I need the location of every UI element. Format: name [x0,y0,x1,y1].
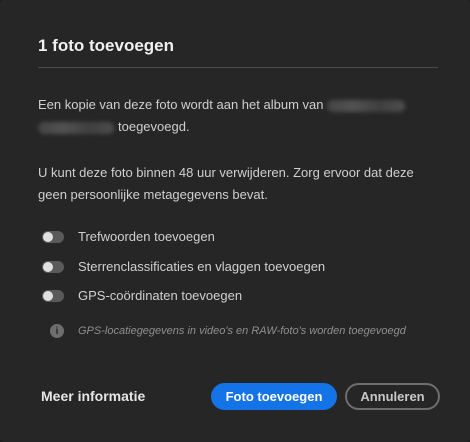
toggle-gps[interactable]: GPS-coördinaten toevoegen [42,288,242,303]
redacted-name-part1 [327,99,406,112]
add-photo-dialog: 1 foto toevoegen Een kopie van deze foto… [0,0,470,442]
metadata-warning-text: U kunt deze foto binnen 48 uur verwijder… [38,165,414,202]
gps-info-note: i GPS-locatiegegevens in video's en RAW-… [50,324,406,338]
switch-knob [43,290,53,301]
toggle-ratings-flags[interactable]: Sterrenclassificaties en vlaggen toevoeg… [42,259,325,274]
album-info-after: toegevoegd. [118,119,190,134]
gps-switch[interactable] [42,289,64,302]
switch-knob [43,231,53,242]
toggle-ratings-flags-label: Sterrenclassificaties en vlaggen toevoeg… [78,259,326,274]
title-divider [38,67,438,68]
album-info-text: Een kopie van deze foto wordt aan het al… [38,94,428,138]
info-icon: i [50,324,64,338]
keywords-switch[interactable] [42,230,64,243]
toggle-keywords[interactable]: Trefwoorden toevoegen [42,229,215,244]
ratings-flags-switch[interactable] [42,260,64,273]
toggle-keywords-label: Trefwoorden toevoegen [78,229,215,244]
more-info-link[interactable]: Meer informatie [41,388,145,404]
gps-info-text: GPS-locatiegegevens in video's en RAW-fo… [78,325,406,337]
cancel-button[interactable]: Annuleren [345,383,440,410]
toggle-gps-label: GPS-coördinaten toevoegen [78,288,243,303]
redacted-name-part2 [38,121,114,134]
dialog-title: 1 foto toevoegen [38,36,175,55]
switch-knob [43,261,53,272]
album-info-before: Een kopie van deze foto wordt aan het al… [38,97,324,112]
add-photo-button[interactable]: Foto toevoegen [211,383,337,410]
